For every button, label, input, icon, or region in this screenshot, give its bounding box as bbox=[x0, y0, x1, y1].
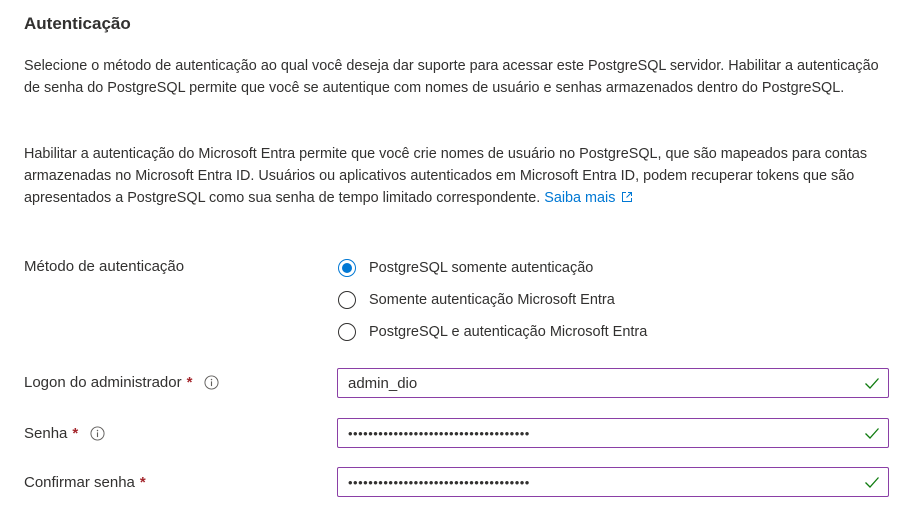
description-paragraph-2-text: Habilitar a autenticação do Microsoft En… bbox=[24, 146, 868, 206]
auth-method-radio-group: PostgreSQL somente autenticação Somente … bbox=[338, 252, 647, 348]
auth-option-label: PostgreSQL somente autenticação bbox=[369, 260, 594, 276]
auth-method-label: Método de autenticação bbox=[24, 258, 184, 275]
password-label-text: Senha bbox=[24, 425, 68, 442]
radio-button[interactable] bbox=[338, 291, 356, 309]
description-paragraph-1: Selecione o método de autenticação ao qu… bbox=[24, 58, 879, 96]
info-icon[interactable] bbox=[204, 375, 219, 390]
check-icon bbox=[865, 378, 879, 389]
required-asterisk: * bbox=[186, 374, 193, 391]
info-icon[interactable] bbox=[90, 426, 105, 441]
password-label: Senha * bbox=[24, 425, 105, 442]
description-paragraph-2: Habilitar a autenticação do Microsoft En… bbox=[24, 143, 892, 209]
required-asterisk: * bbox=[139, 474, 146, 491]
password-input[interactable] bbox=[338, 419, 864, 447]
confirm-password-input[interactable] bbox=[338, 468, 864, 496]
auth-option-postgresql-only[interactable]: PostgreSQL somente autenticação bbox=[338, 252, 647, 284]
required-asterisk: * bbox=[72, 425, 79, 442]
admin-login-label: Logon do administrador * bbox=[24, 374, 219, 391]
section-title: Autenticação bbox=[24, 14, 131, 33]
admin-login-input[interactable] bbox=[338, 369, 864, 397]
learn-more-link[interactable]: Saiba mais bbox=[544, 190, 633, 206]
confirm-password-label-text: Confirmar senha bbox=[24, 474, 135, 491]
auth-option-postgresql-and-entra[interactable]: PostgreSQL e autenticação Microsoft Entr… bbox=[338, 316, 647, 348]
radio-button-selected[interactable] bbox=[338, 259, 356, 277]
admin-login-label-text: Logon do administrador bbox=[24, 374, 182, 391]
password-input-wrapper bbox=[337, 418, 889, 448]
confirm-password-input-wrapper bbox=[337, 467, 889, 497]
auth-method-label-text: Método de autenticação bbox=[24, 258, 185, 275]
auth-option-label: PostgreSQL e autenticação Microsoft Entr… bbox=[369, 324, 648, 340]
confirm-password-label: Confirmar senha * bbox=[24, 474, 146, 491]
external-link-icon bbox=[622, 192, 633, 202]
check-icon bbox=[865, 477, 879, 488]
auth-option-label: Somente autenticação Microsoft Entra bbox=[369, 292, 615, 308]
auth-option-entra-only[interactable]: Somente autenticação Microsoft Entra bbox=[338, 284, 647, 316]
radio-button[interactable] bbox=[338, 323, 356, 341]
check-icon bbox=[865, 428, 879, 439]
learn-more-label: Saiba mais bbox=[544, 190, 616, 206]
admin-login-input-wrapper bbox=[337, 368, 889, 398]
